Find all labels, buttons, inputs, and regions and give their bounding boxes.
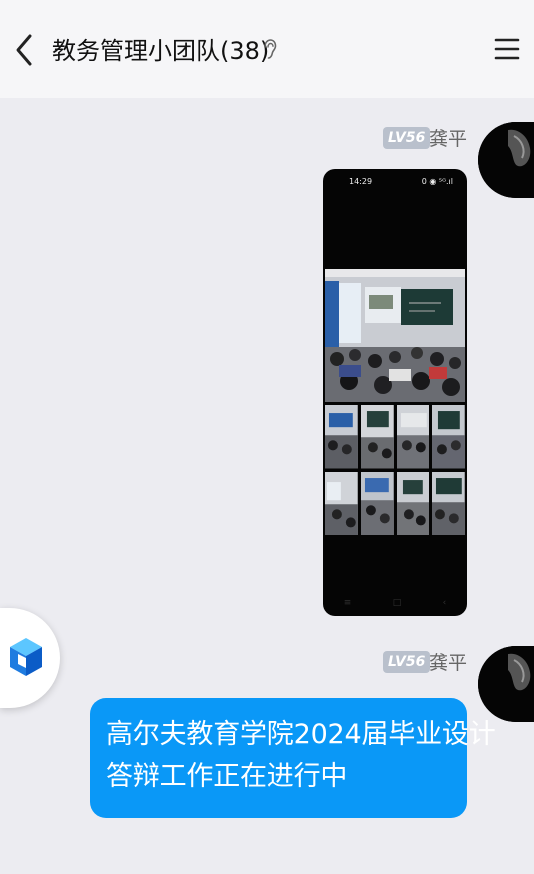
floating-assistant-button[interactable] bbox=[0, 608, 60, 708]
classroom-photo-image bbox=[325, 269, 465, 402]
grid-photo bbox=[396, 405, 430, 469]
grid-photo-image bbox=[360, 471, 394, 535]
grid-photo bbox=[396, 471, 430, 535]
menu-icon[interactable] bbox=[494, 36, 520, 62]
avatar[interactable] bbox=[478, 646, 534, 722]
grid-photo-image bbox=[325, 405, 358, 469]
screenshot-nav-bar: ≡ □ ‹ bbox=[323, 596, 467, 610]
image-message[interactable]: 14:29 0 ◉ ⁵ᴳ.ıl ≡ □ ‹ bbox=[323, 169, 467, 616]
avatar-image bbox=[478, 646, 534, 722]
photo-grid bbox=[325, 405, 465, 535]
chevron-left-icon[interactable] bbox=[12, 30, 36, 70]
sender-name: 龚平 bbox=[429, 128, 468, 150]
message-line: 答辩工作正在进行中 bbox=[106, 761, 348, 792]
nav-back-glyph: ‹ bbox=[442, 598, 447, 608]
classroom-photo bbox=[325, 269, 465, 402]
avatar[interactable] bbox=[478, 122, 534, 198]
nav-home-glyph: □ bbox=[392, 598, 402, 608]
grid-photo-image bbox=[396, 471, 430, 535]
level-badge: LV56 bbox=[383, 651, 431, 673]
grid-photo bbox=[360, 471, 394, 535]
level-badge: LV56 bbox=[383, 127, 431, 149]
status-signal: 0 ◉ ⁵ᴳ.ıl bbox=[421, 177, 453, 186]
avatar-image bbox=[478, 122, 534, 198]
grid-photo-image bbox=[325, 471, 358, 535]
text-message-bubble[interactable]: 高尔夫教育学院2024届毕业设计 答辩工作正在进行中 bbox=[90, 698, 496, 818]
sender-name: 龚平 bbox=[429, 652, 468, 674]
cube-icon bbox=[10, 638, 42, 676]
grid-photo bbox=[325, 405, 358, 469]
status-time: 14:29 bbox=[349, 177, 373, 186]
grid-photo bbox=[432, 471, 465, 535]
grid-photo-image bbox=[396, 405, 430, 469]
grid-photo-image bbox=[360, 405, 394, 469]
grid-photo-image bbox=[432, 471, 465, 535]
message-line: 高尔夫教育学院2024届毕业设计 bbox=[106, 719, 496, 750]
grid-photo-image bbox=[432, 405, 465, 469]
nav-menu-glyph: ≡ bbox=[343, 598, 352, 608]
chat-title[interactable]: 教务管理小团队(38) bbox=[52, 33, 269, 69]
grid-photo bbox=[432, 405, 465, 469]
grid-photo bbox=[360, 405, 394, 469]
grid-photo bbox=[325, 471, 358, 535]
ear-icon[interactable] bbox=[262, 38, 278, 62]
screenshot-status-bar: 14:29 0 ◉ ⁵ᴳ.ıl bbox=[323, 175, 467, 189]
chat-header: 教务管理小团队(38) bbox=[0, 0, 534, 98]
